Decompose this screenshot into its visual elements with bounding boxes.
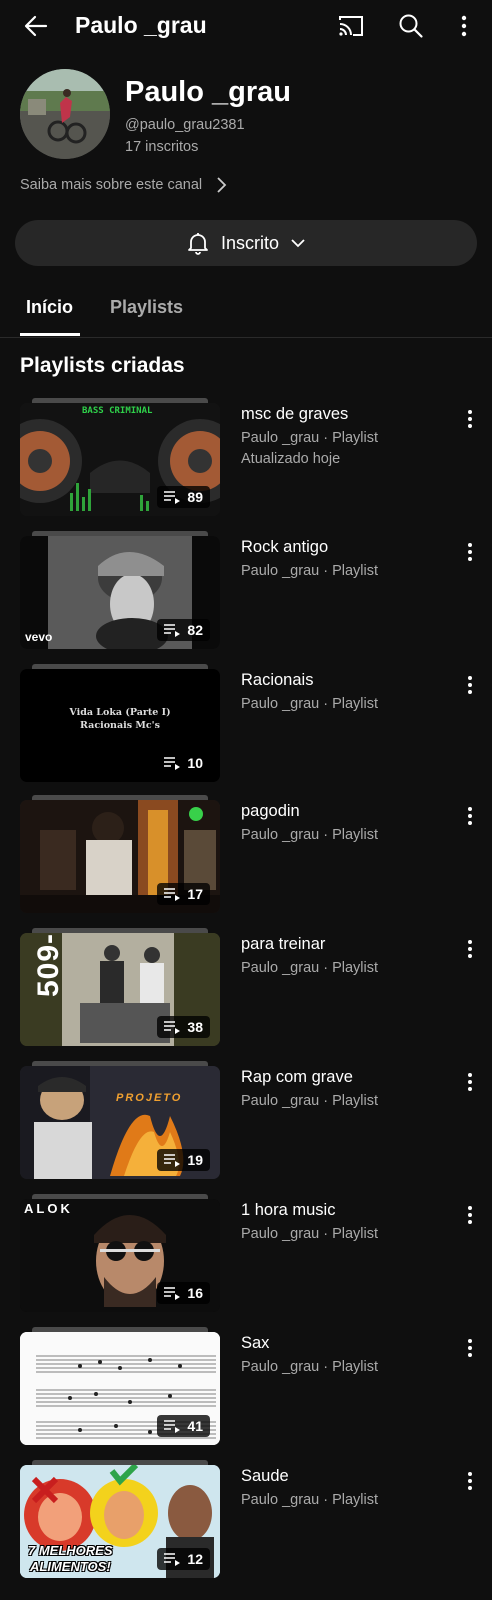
playlist-item[interactable]: 17 pagodin Paulo _grau · Playlist <box>0 795 492 917</box>
more-vert-icon[interactable] <box>462 1071 478 1093</box>
more-vert-icon[interactable] <box>462 408 478 430</box>
section-title: Playlists criadas <box>20 354 185 377</box>
video-count: 19 <box>187 1152 203 1168</box>
playlist-thumbnail[interactable]: PROJETO 19 <box>20 1066 220 1179</box>
thumbnail-caption: 7 MELHORES <box>28 1543 113 1558</box>
video-count-badge: 41 <box>157 1415 210 1437</box>
channel-about-label: Saiba mais sobre este canal <box>20 177 203 193</box>
video-count-badge: 38 <box>157 1016 210 1038</box>
search-icon[interactable] <box>396 11 426 41</box>
channel-avatar[interactable] <box>20 69 110 159</box>
thumbnail-caption-2: Racionais Mc's <box>80 720 160 731</box>
playlist-title[interactable]: Sax <box>241 1334 269 1353</box>
video-count-badge: 17 <box>157 883 210 905</box>
back-arrow-icon[interactable] <box>20 10 52 42</box>
playlist-thumbnail[interactable]: ALOK 16 <box>20 1199 220 1312</box>
video-count: 38 <box>187 1019 203 1035</box>
channel-tabs: Início Playlists <box>0 285 492 338</box>
more-vert-icon[interactable] <box>462 1337 478 1359</box>
playlist-item[interactable]: ALOK 16 1 hora music Paulo _grau · Playl… <box>0 1194 492 1316</box>
video-count-badge: 10 <box>157 752 210 774</box>
more-vert-icon[interactable] <box>452 11 476 41</box>
playlist-meta: Paulo _grau · Playlist <box>241 960 379 976</box>
chevron-right-icon <box>214 176 228 194</box>
subscribed-label: Inscrito <box>220 232 280 253</box>
more-vert-icon[interactable] <box>462 541 478 563</box>
playlist-item[interactable]: 509-E 38 para treinar Paulo _grau · Play… <box>0 928 492 1050</box>
playlist-meta: Paulo _grau · Playlist <box>241 563 379 579</box>
playlist-thumbnail[interactable]: 509-E 38 <box>20 933 220 1046</box>
tab-inicio[interactable]: Início <box>26 297 73 318</box>
playlist-meta: Paulo _grau · Playlist <box>241 1359 379 1375</box>
thumbnail-caption: 509-E <box>32 933 65 997</box>
video-count-badge: 89 <box>157 486 210 508</box>
playlist-thumbnail[interactable]: 17 <box>20 800 220 913</box>
top-app-bar: Paulo _grau <box>0 0 492 52</box>
playlist-meta: Paulo _grau · Playlist <box>241 1492 379 1508</box>
playlist-thumbnail[interactable]: 41 <box>20 1332 220 1445</box>
video-count: 12 <box>187 1551 203 1567</box>
playlist-title[interactable]: 1 hora music <box>241 1201 335 1220</box>
thumbnail-caption: ALOK <box>24 1201 73 1216</box>
video-count-badge: 82 <box>157 619 210 641</box>
bell-icon <box>185 230 211 256</box>
playlist-item[interactable]: Vida Loka (Parte I) Racionais Mc's 10 Ra… <box>0 664 492 786</box>
subscriber-count: 17 inscritos <box>125 139 199 155</box>
header-title: Paulo _grau <box>75 12 207 38</box>
chevron-down-icon <box>289 234 307 252</box>
playlist-title[interactable]: Rap com grave <box>241 1068 353 1087</box>
thumbnail-caption: BASS CRIMINAL <box>82 406 153 416</box>
video-count: 16 <box>187 1285 203 1301</box>
playlist-icon <box>164 491 181 504</box>
video-count: 41 <box>187 1418 203 1434</box>
playlist-meta: Paulo _grau · Playlist <box>241 827 379 843</box>
playlist-thumbnail[interactable]: BASS CRIMINAL 89 <box>20 403 220 516</box>
playlist-thumbnail[interactable]: 7 MELHORES ALIMENTOS! 12 <box>20 1465 220 1578</box>
thumbnail-caption: PROJETO <box>116 1092 183 1104</box>
more-vert-icon[interactable] <box>462 1204 478 1226</box>
tab-playlists[interactable]: Playlists <box>110 297 183 318</box>
video-count: 82 <box>187 622 203 638</box>
more-vert-icon[interactable] <box>462 938 478 960</box>
playlist-thumbnail[interactable]: Vida Loka (Parte I) Racionais Mc's 10 <box>20 669 220 782</box>
more-vert-icon[interactable] <box>462 674 478 696</box>
video-count: 89 <box>187 489 203 505</box>
playlist-meta: Paulo _grau · Playlist <box>241 1226 379 1242</box>
playlist-meta: Paulo _grau · Playlist <box>241 1093 379 1109</box>
channel-handle: @paulo_grau2381 <box>125 117 245 133</box>
playlist-title[interactable]: Rock antigo <box>241 538 328 557</box>
playlist-item[interactable]: BASS CRIMINAL 89 msc de graves Paulo _gr… <box>0 398 492 520</box>
playlist-updated: Atualizado hoje <box>241 451 341 467</box>
video-count-badge: 12 <box>157 1548 210 1570</box>
subscribed-button[interactable]: Inscrito <box>15 220 477 266</box>
playlist-title[interactable]: para treinar <box>241 935 325 954</box>
channel-about-link[interactable]: Saiba mais sobre este canal <box>20 176 228 194</box>
thumbnail-caption: Vida Loka (Parte I) <box>69 707 171 718</box>
playlist-item[interactable]: PROJETO 19 Rap com grave Paulo _grau · P… <box>0 1061 492 1183</box>
video-count: 17 <box>187 886 203 902</box>
playlist-title[interactable]: Racionais <box>241 671 313 690</box>
more-vert-icon[interactable] <box>462 805 478 827</box>
thumbnail-caption-2: ALIMENTOS! <box>30 1559 111 1574</box>
channel-name: Paulo _grau <box>125 76 291 108</box>
active-tab-indicator <box>20 333 80 336</box>
playlist-item[interactable]: 7 MELHORES ALIMENTOS! 12 Saude Paulo _gr… <box>0 1460 492 1582</box>
playlist-title[interactable]: msc de graves <box>241 405 348 424</box>
playlist-item[interactable]: 41 Sax Paulo _grau · Playlist <box>0 1327 492 1449</box>
thumbnail-caption: vevo <box>25 630 53 644</box>
video-count-badge: 19 <box>157 1149 210 1171</box>
playlist-thumbnail[interactable]: vevo 82 <box>20 536 220 649</box>
video-count-badge: 16 <box>157 1282 210 1304</box>
more-vert-icon[interactable] <box>462 1470 478 1492</box>
video-count: 10 <box>187 755 203 771</box>
playlist-title[interactable]: Saude <box>241 1467 289 1486</box>
playlist-title[interactable]: pagodin <box>241 802 300 821</box>
playlist-meta: Paulo _grau · Playlist <box>241 696 379 712</box>
playlist-item[interactable]: vevo 82 Rock antigo Paulo _grau · Playli… <box>0 531 492 653</box>
playlist-meta: Paulo _grau · Playlist <box>241 430 379 446</box>
cast-icon[interactable] <box>336 11 366 41</box>
